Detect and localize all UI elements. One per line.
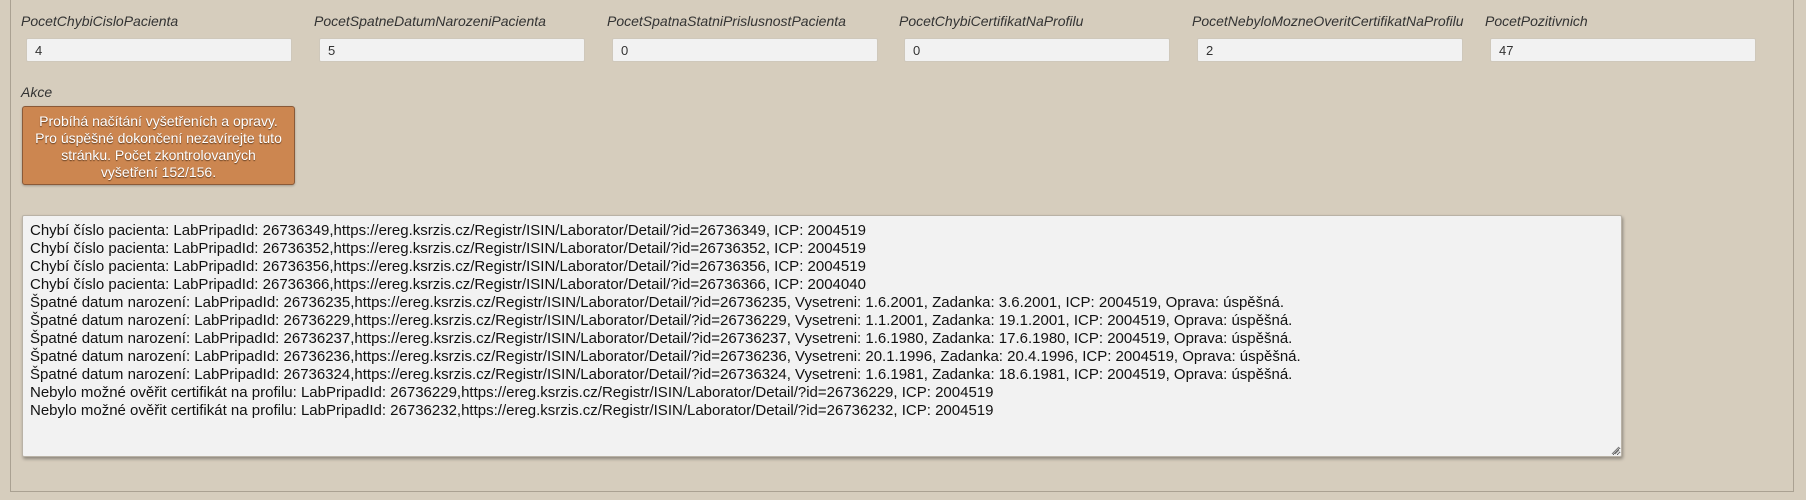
stat-chybi-certifikat-input[interactable] <box>904 38 1170 62</box>
actions-label: Akce <box>21 84 53 100</box>
stat-nebylo-mozne-overit: PocetNebyloMozneOveritCertifikatNaProfil… <box>1192 12 1472 62</box>
stat-chybi-cislo-pacienta-input[interactable] <box>26 38 292 62</box>
main-panel: PocetChybiCisloPacienta PocetSpatneDatum… <box>10 0 1794 492</box>
stat-label: PocetNebyloMozneOveritCertifikatNaProfil… <box>1192 13 1464 29</box>
loading-progress-button[interactable]: Probíhá načítání vyšetřeních a opravy. P… <box>22 106 295 185</box>
stat-label: PocetSpatneDatumNarozeniPacienta <box>314 13 546 29</box>
stat-pocet-pozitivnich-input[interactable] <box>1490 38 1756 62</box>
stat-spatna-statni-prislusnost: PocetSpatnaStatniPrislusnostPacienta <box>607 12 887 62</box>
stat-label: PocetChybiCertifikatNaProfilu <box>899 13 1084 29</box>
stat-spatna-statni-prislusnost-input[interactable] <box>612 38 878 62</box>
log-textarea[interactable]: Chybí číslo pacienta: LabPripadId: 26736… <box>22 215 1622 457</box>
resize-grip-icon[interactable] <box>1610 445 1620 455</box>
stat-label: PocetPozitivnich <box>1485 13 1588 29</box>
stat-nebylo-mozne-overit-input[interactable] <box>1197 38 1463 62</box>
stat-pocet-pozitivnich: PocetPozitivnich <box>1485 12 1765 62</box>
stat-label: PocetChybiCisloPacienta <box>21 13 179 29</box>
stat-spatne-datum-narozeni: PocetSpatneDatumNarozeniPacienta <box>314 12 594 62</box>
stat-chybi-cislo-pacienta: PocetChybiCisloPacienta <box>21 12 301 62</box>
stat-chybi-certifikat: PocetChybiCertifikatNaProfilu <box>899 12 1179 62</box>
stat-spatne-datum-narozeni-input[interactable] <box>319 38 585 62</box>
stat-label: PocetSpatnaStatniPrislusnostPacienta <box>607 13 846 29</box>
